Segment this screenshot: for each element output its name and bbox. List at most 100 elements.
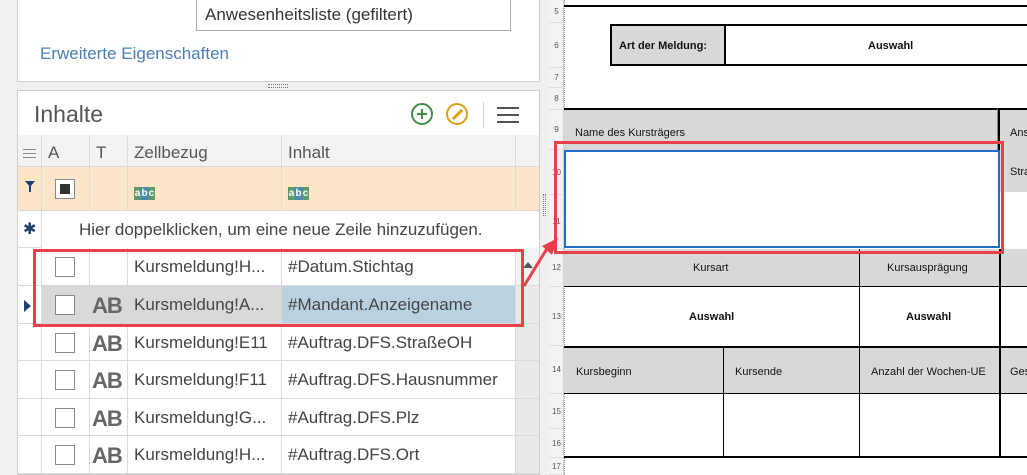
row-number[interactable]: 14	[549, 346, 564, 394]
kursart-value-cell[interactable]: Auswahl	[564, 287, 859, 346]
scrollbar-track[interactable]	[516, 361, 539, 399]
row-cell-inhalt[interactable]: #Auftrag.DFS.Ort	[282, 436, 516, 474]
filter-cell-inhalt[interactable]: abc	[282, 167, 516, 211]
column-header-a[interactable]: A	[42, 135, 90, 167]
gesamt-label-cell[interactable]: Ges	[999, 346, 1027, 394]
row-indicator	[18, 436, 42, 474]
row-number[interactable]: 6	[549, 23, 564, 68]
kursauspraegung-value-cell[interactable]: Auswahl	[859, 287, 999, 346]
row-cell-a[interactable]	[42, 248, 90, 286]
anzahl-wochen-value-cell[interactable]	[859, 394, 999, 458]
kursende-value-cell[interactable]	[723, 394, 859, 458]
row-cell-a[interactable]	[42, 286, 90, 324]
row-cell-zellbezug[interactable]: Kursmeldung!G...	[128, 399, 282, 436]
row-number[interactable]: 15	[549, 394, 564, 429]
zellbezug-text: Kursmeldung!H...	[134, 257, 266, 276]
row-number[interactable]: 7	[549, 68, 564, 88]
art-der-meldung-value-cell[interactable]: Auswahl	[724, 24, 1027, 66]
row-cell-t: AB	[90, 286, 128, 324]
row-cell-inhalt[interactable]: #Mandant.Anzeigename	[282, 286, 516, 324]
grid-options-icon	[23, 149, 36, 158]
filter-cell-t[interactable]	[90, 167, 128, 211]
table-row[interactable]: AB Kursmeldung!H... #Auftrag.DFS.Ort	[18, 436, 539, 474]
row-cell-inhalt[interactable]: #Auftrag.DFS.StraßeOH	[282, 324, 516, 361]
row-number[interactable]: 16	[549, 429, 564, 458]
row-cell-a[interactable]	[42, 436, 90, 474]
row13-extra-cell[interactable]	[999, 287, 1027, 346]
list-filter-select[interactable]: Anwesenheitsliste (gefiltert)	[196, 0, 511, 31]
filter-cell-a[interactable]	[42, 167, 90, 211]
table-row[interactable]: AB Kursmeldung!G... #Auftrag.DFS.Plz	[18, 399, 539, 436]
advanced-properties-link[interactable]: Erweiterte Eigenschaften	[40, 44, 229, 64]
filter-scroll-corner	[516, 167, 539, 211]
row-indicator	[18, 248, 42, 286]
table-row-selected[interactable]: AB Kursmeldung!A... #Mandant.Anzeigename	[18, 286, 539, 324]
gesamt-value-cell[interactable]	[999, 394, 1027, 458]
grid-options-cell[interactable]	[18, 135, 42, 167]
table-row[interactable]: AB Kursmeldung!E11 #Auftrag.DFS.StraßeOH	[18, 324, 539, 361]
row-number[interactable]: 17	[549, 458, 564, 475]
row-checkbox[interactable]	[55, 370, 75, 390]
row-number[interactable]: 12	[549, 249, 564, 287]
row-checkbox[interactable]	[55, 295, 75, 315]
row-number[interactable]: 8	[549, 88, 564, 110]
edit-pencil-icon[interactable]	[446, 103, 468, 125]
row-checkbox[interactable]	[55, 333, 75, 353]
highlight-box-sheet	[554, 141, 1004, 254]
kursbeginn-label-cell[interactable]: Kursbeginn	[564, 346, 723, 394]
row-cell-zellbezug[interactable]: Kursmeldung!H...	[128, 248, 282, 286]
auswahl-text: Auswahl	[689, 311, 735, 323]
row-cell-zellbezug[interactable]: Kursmeldung!F11	[128, 361, 282, 399]
table-row[interactable]: AB Kursmeldung!F11 #Auftrag.DFS.Hausnumm…	[18, 361, 539, 399]
scrollbar-track[interactable]	[516, 436, 539, 474]
row-cell-a[interactable]	[42, 324, 90, 361]
filter-checkbox[interactable]	[55, 179, 75, 199]
chevron-up-icon	[523, 262, 533, 268]
filter-cell-zellbezug[interactable]: abc	[128, 167, 282, 211]
inhalt-text: #Auftrag.DFS.Plz	[288, 408, 420, 427]
column-header-inhalt[interactable]: Inhalt	[282, 135, 516, 167]
new-row-indicator: ✱	[18, 211, 42, 248]
row-indicator	[18, 361, 42, 399]
kursauspraegung-label-cell[interactable]: Kursausprägung	[859, 249, 999, 287]
row-checkbox[interactable]	[55, 445, 75, 465]
row12-extra-cell[interactable]	[999, 249, 1027, 287]
new-row-hint[interactable]: Hier doppelklicken, um eine neue Zeile h…	[79, 220, 483, 240]
row-cell-a[interactable]	[42, 361, 90, 399]
scrollbar-track[interactable]	[516, 286, 539, 324]
row-cell-inhalt[interactable]: #Auftrag.DFS.Hausnummer	[282, 361, 516, 399]
horizontal-splitter-grip[interactable]	[268, 84, 288, 88]
row-cell-zellbezug[interactable]: Kursmeldung!A...	[128, 286, 282, 324]
anzahl-wochen-label-cell[interactable]: Anzahl der Wochen-UE	[859, 346, 999, 394]
row-number[interactable]: 13	[549, 287, 564, 346]
vertical-splitter-grip[interactable]	[543, 194, 546, 216]
column-header-zellbezug[interactable]: Zellbezug	[128, 135, 282, 167]
table-row[interactable]: Kursmeldung!H... #Datum.Stichtag	[18, 248, 539, 286]
kursauspraegung-label: Kursausprägung	[887, 262, 968, 274]
kursart-label-cell[interactable]: Kursart	[564, 249, 859, 287]
row-cell-inhalt[interactable]: #Auftrag.DFS.Plz	[282, 399, 516, 436]
kursbeginn-value-cell[interactable]	[564, 394, 723, 458]
filter-row-indicator	[18, 167, 42, 211]
scroll-up-button[interactable]	[516, 248, 539, 286]
row-cell-zellbezug[interactable]: Kursmeldung!H...	[128, 436, 282, 474]
auswahl-text: Auswahl	[906, 311, 952, 323]
scrollbar-track[interactable]	[516, 324, 539, 361]
text-type-icon: AB	[92, 368, 123, 393]
menu-icon[interactable]	[497, 107, 519, 123]
art-der-meldung-label-cell[interactable]: Art der Meldung:	[610, 24, 724, 66]
new-row[interactable]: ✱ Hier doppelklicken, um eine neue Zeile…	[18, 211, 539, 248]
scrollbar-track[interactable]	[516, 399, 539, 436]
row-number[interactable]: 5	[549, 0, 564, 23]
row-checkbox[interactable]	[55, 257, 75, 277]
properties-panel: Anwesenheitsliste (gefiltert) Erweiterte…	[17, 0, 540, 82]
row-cell-a[interactable]	[42, 399, 90, 436]
kursende-label-cell[interactable]: Kursende	[723, 346, 859, 394]
row-cell-inhalt[interactable]: #Datum.Stichtag	[282, 248, 516, 286]
top-border-line	[564, 5, 1027, 7]
row-cell-zellbezug[interactable]: Kursmeldung!E11	[128, 324, 282, 361]
column-header-t[interactable]: T	[90, 135, 128, 167]
add-icon[interactable]	[411, 103, 433, 125]
row-checkbox[interactable]	[55, 408, 75, 428]
abc-text-icon: abc	[288, 187, 309, 200]
